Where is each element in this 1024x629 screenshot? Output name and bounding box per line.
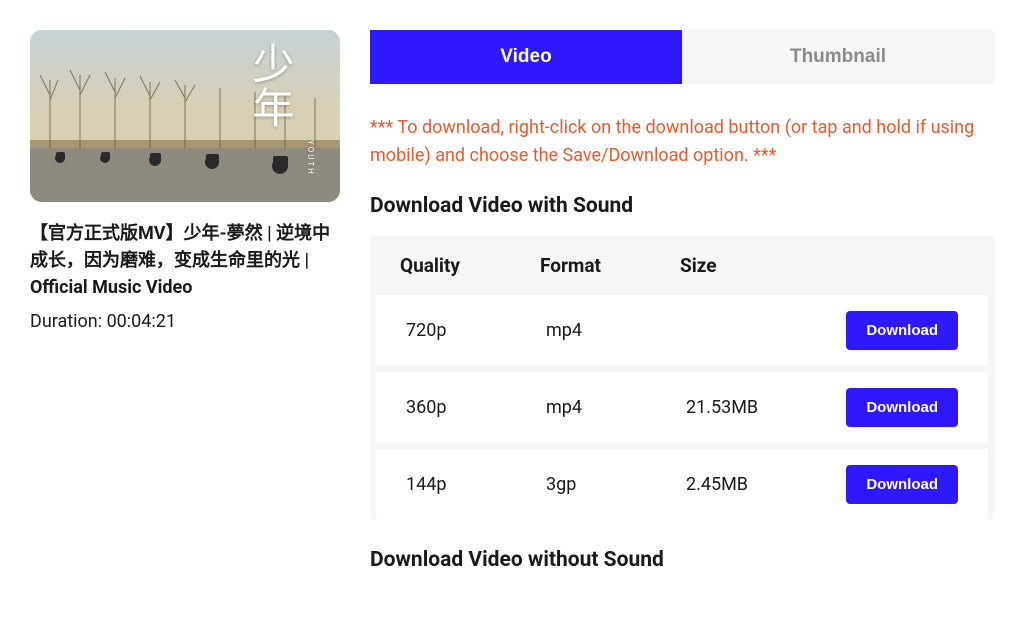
download-table: Quality Format Size 720p mp4 Download 36… — [370, 236, 994, 520]
cell-format: 3gp — [546, 474, 686, 495]
table-row: 360p mp4 21.53MB Download — [376, 372, 988, 443]
video-info-panel: 少年 YOUTH 【官方正式版MV】少年-夢然 | 逆境中成长，因为磨难，变成生… — [30, 30, 340, 590]
video-duration: Duration: 00:04:21 — [30, 311, 340, 332]
cell-format: mp4 — [546, 397, 686, 418]
header-format: Format — [540, 254, 680, 277]
cell-size: 2.45MB — [686, 474, 816, 495]
section-heading-without-sound: Download Video without Sound — [370, 548, 994, 572]
video-title: 【官方正式版MV】少年-夢然 | 逆境中成长，因为磨难，变成生命里的光 | Of… — [30, 220, 340, 301]
download-panel: Video Thumbnail *** To download, right-c… — [370, 30, 994, 590]
download-button[interactable]: Download — [846, 311, 958, 350]
tab-content: *** To download, right-click on the down… — [370, 84, 994, 572]
cell-size: 21.53MB — [686, 397, 816, 418]
table-header-row: Quality Format Size — [370, 236, 994, 295]
table-row: 720p mp4 Download — [376, 295, 988, 366]
tab-bar: Video Thumbnail — [370, 30, 994, 84]
header-size: Size — [680, 254, 810, 277]
header-quality: Quality — [400, 254, 540, 277]
cell-quality: 360p — [406, 397, 546, 418]
tab-video[interactable]: Video — [370, 30, 682, 84]
download-instruction: *** To download, right-click on the down… — [370, 114, 994, 170]
tab-thumbnail[interactable]: Thumbnail — [682, 30, 994, 84]
thumbnail-overlay-text: 少年 — [239, 42, 300, 130]
video-thumbnail: 少年 YOUTH — [30, 30, 340, 202]
cell-quality: 720p — [406, 320, 546, 341]
cell-quality: 144p — [406, 474, 546, 495]
download-button[interactable]: Download — [846, 388, 958, 427]
thumbnail-overlay-subtext: YOUTH — [306, 140, 315, 176]
section-heading-with-sound: Download Video with Sound — [370, 194, 994, 218]
table-row: 144p 3gp 2.45MB Download — [376, 449, 988, 520]
cell-format: mp4 — [546, 320, 686, 341]
download-button[interactable]: Download — [846, 465, 958, 504]
